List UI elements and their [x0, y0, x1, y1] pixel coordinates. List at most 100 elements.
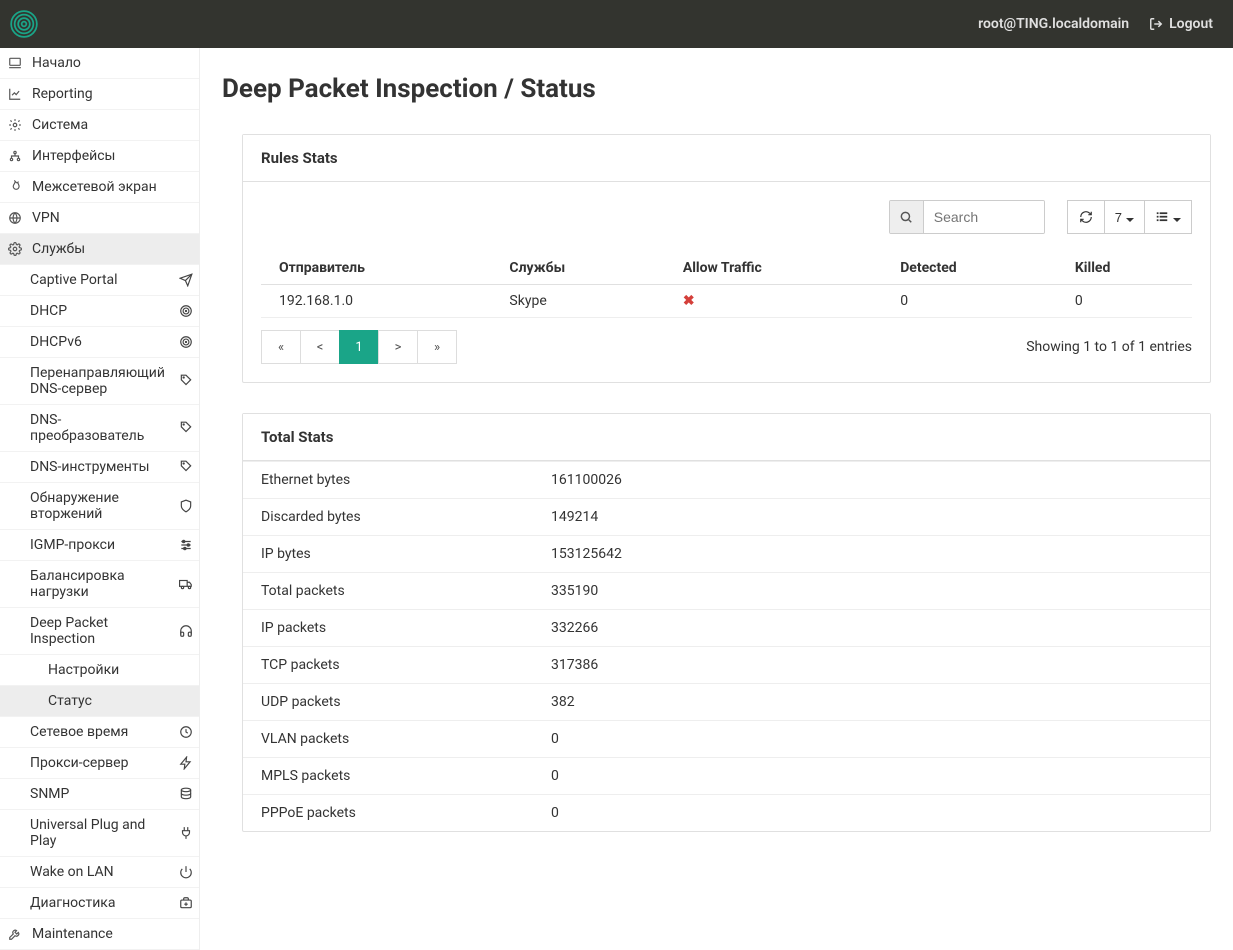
sidebar-sub-igmp-прокси[interactable]: IGMP-прокси — [0, 530, 199, 561]
send-icon — [179, 273, 193, 287]
main-content: Deep Packet Inspection / Status Rules St… — [200, 48, 1233, 950]
stat-value: 0 — [533, 758, 1210, 795]
sidebar-sub-label: Wake on LAN — [30, 864, 179, 880]
stat-value: 153125642 — [533, 536, 1210, 573]
sidebar-sub-dns-преобразователь[interactable]: DNS-преобразователь — [0, 405, 199, 452]
stats-row: MPLS packets0 — [243, 758, 1210, 795]
sidebar-sub-wake-on-lan[interactable]: Wake on LAN — [0, 857, 199, 888]
sidebar-sub-dhcpv6[interactable]: DHCPv6 — [0, 327, 199, 358]
sidebar-sub-label: DHCPv6 — [30, 334, 179, 350]
sidebar-subsub-статус[interactable]: Статус — [0, 686, 199, 717]
search-input[interactable] — [924, 201, 1044, 233]
stats-row: UDP packets382 — [243, 684, 1210, 721]
sidebar-subsub-настройки[interactable]: Настройки — [0, 655, 199, 686]
sidebar-sub-label: DHCP — [30, 303, 179, 319]
sidebar-item-label: VPN — [32, 210, 60, 226]
sidebar-sub-перенаправляющий-dns-сервер[interactable]: Перенаправляющий DNS-сервер — [0, 358, 199, 405]
sidebar-item-начало[interactable]: Начало — [0, 48, 199, 79]
stats-row: IP packets332266 — [243, 610, 1210, 647]
sidebar-sub-dns-инструменты[interactable]: DNS-инструменты — [0, 452, 199, 483]
sidebar-item-reporting[interactable]: Reporting — [0, 79, 199, 110]
stats-row: Ethernet bytes161100026 — [243, 462, 1210, 499]
stat-key: TCP packets — [243, 647, 533, 684]
pager-info: Showing 1 to 1 of 1 entries — [1026, 339, 1192, 355]
cogs-icon — [8, 118, 26, 132]
sidebar-sub-прокси-сервер[interactable]: Прокси-сервер — [0, 748, 199, 779]
sidebar-sub-deep-packet-inspection[interactable]: Deep Packet Inspection — [0, 608, 199, 655]
power-icon — [179, 865, 193, 879]
sidebar-item-межсетевой-экран[interactable]: Межсетевой экран — [0, 172, 199, 203]
sidebar-item-label: Службы — [32, 241, 85, 257]
sidebar-sub-обнаружение-вторжений[interactable]: Обнаружение вторжений — [0, 483, 199, 530]
page-prev[interactable]: < — [300, 330, 340, 364]
sidebar-sub-captive-portal[interactable]: Captive Portal — [0, 265, 199, 296]
page-current[interactable]: 1 — [339, 330, 379, 364]
laptop-icon — [8, 56, 26, 70]
page-last[interactable]: » — [417, 330, 457, 364]
stat-value: 332266 — [533, 610, 1210, 647]
cell-service: Skype — [491, 285, 664, 318]
columns-dropdown[interactable] — [1144, 200, 1192, 234]
column-header[interactable]: Detected — [882, 252, 1057, 285]
sidebar-sub-label: Deep Packet Inspection — [30, 615, 179, 647]
sidebar-sub-dhcp[interactable]: DHCP — [0, 296, 199, 327]
list-icon — [1155, 210, 1169, 224]
sidebar-sub-балансировка-нагрузки[interactable]: Балансировка нагрузки — [0, 561, 199, 608]
sidebar-item-label: Начало — [32, 55, 81, 71]
globe-icon — [8, 211, 26, 225]
page-size-dropdown[interactable]: 7 — [1104, 200, 1145, 234]
stats-row: Total packets335190 — [243, 573, 1210, 610]
plug-icon — [179, 826, 193, 840]
sidebar-item-система[interactable]: Система — [0, 110, 199, 141]
stats-row: TCP packets317386 — [243, 647, 1210, 684]
sidebar-sub-label: SNMP — [30, 786, 179, 802]
sidebar-item-интерфейсы[interactable]: Интерфейсы — [0, 141, 199, 172]
stat-key: Ethernet bytes — [243, 462, 533, 499]
sidebar-sub-сетевое-время[interactable]: Сетевое время — [0, 717, 199, 748]
tags-icon — [179, 421, 193, 435]
table-toolbar: 7 — [261, 200, 1192, 234]
table-row: 192.168.1.0 Skype ✖ 0 0 — [261, 285, 1192, 318]
sidebar: Начало ReportingСистемаИнтерфейсыМежсетев… — [0, 48, 200, 950]
refresh-button[interactable] — [1067, 200, 1105, 234]
logout-label: Logout — [1169, 16, 1213, 32]
column-header[interactable]: Отправитель — [261, 252, 491, 285]
cell-allow: ✖ — [665, 285, 882, 318]
sidebar-item-службы[interactable]: Службы — [0, 234, 199, 265]
total-stats-panel: Total Stats Ethernet bytes161100026Disca… — [242, 413, 1211, 832]
deny-icon: ✖ — [683, 293, 695, 309]
sidebar-sub-диагностика[interactable]: Диагностика — [0, 888, 199, 919]
medkit-icon — [179, 896, 193, 910]
headphones-icon — [179, 624, 193, 638]
page-size-value: 7 — [1115, 210, 1122, 225]
column-header[interactable]: Службы — [491, 252, 664, 285]
stat-value: 149214 — [533, 499, 1210, 536]
bolt-icon — [179, 756, 193, 770]
stat-key: PPPoE packets — [243, 795, 533, 832]
tags-icon — [179, 374, 193, 388]
shield-icon — [179, 499, 193, 513]
sidebar-sub-label: Сетевое время — [30, 724, 179, 740]
page-first[interactable]: « — [261, 330, 301, 364]
column-header[interactable]: Killed — [1057, 252, 1192, 285]
panel-heading: Rules Stats — [243, 135, 1210, 182]
tags-icon — [179, 460, 193, 474]
wrench-icon — [8, 927, 26, 941]
stat-value: 317386 — [533, 647, 1210, 684]
sidebar-item-vpn[interactable]: VPN — [0, 203, 199, 234]
logout-button[interactable]: Logout — [1149, 16, 1213, 32]
fire-icon — [8, 180, 26, 194]
cell-detected: 0 — [882, 285, 1057, 318]
sidebar-sub-label: Диагностика — [30, 895, 179, 911]
search-group — [889, 200, 1045, 234]
sidebar-sub-snmp[interactable]: SNMP — [0, 779, 199, 810]
cell-sender: 192.168.1.0 — [261, 285, 491, 318]
column-header[interactable]: Allow Traffic — [665, 252, 882, 285]
sidebar-sub-label: DNS-инструменты — [30, 459, 179, 475]
sidebar-sub-universal-plug-and-play[interactable]: Universal Plug and Play — [0, 810, 199, 857]
sidebar-item-maintenance[interactable]: Maintenance — [0, 919, 199, 950]
stat-key: IP packets — [243, 610, 533, 647]
panel-heading: Total Stats — [243, 414, 1210, 461]
page-next[interactable]: > — [378, 330, 418, 364]
database-icon — [179, 787, 193, 801]
